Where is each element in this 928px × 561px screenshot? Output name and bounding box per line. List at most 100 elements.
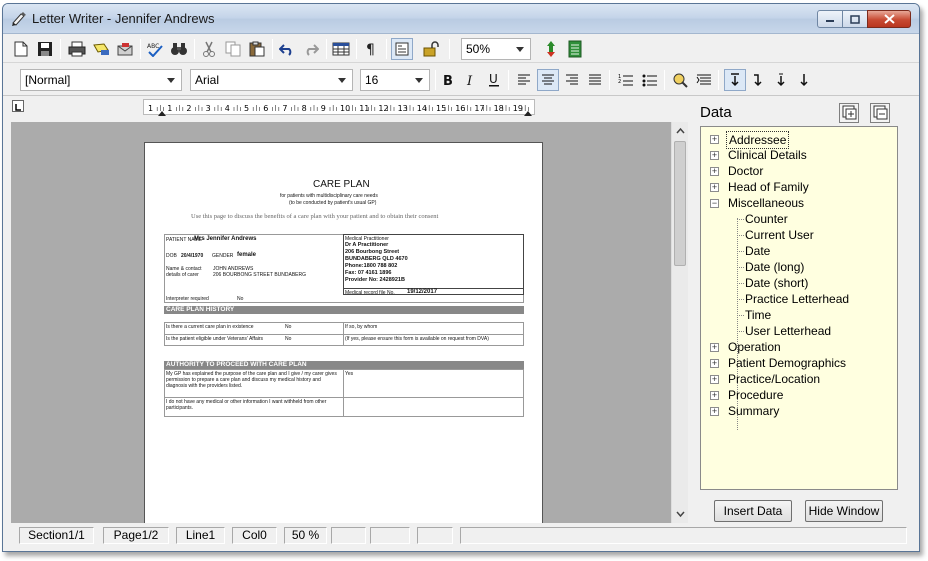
zoom-select[interactable]: 50% (461, 38, 531, 60)
expand-icon[interactable]: + (710, 407, 719, 416)
copy-button[interactable] (222, 38, 244, 60)
insert-data-button[interactable]: Insert Data (714, 500, 792, 522)
bold-button[interactable]: B (437, 69, 459, 91)
collapse-icon[interactable]: − (710, 199, 719, 208)
tree-node-label[interactable]: Miscellaneous (726, 195, 806, 211)
italic-icon: I (466, 74, 473, 87)
close-button[interactable] (867, 10, 911, 28)
collapse-all-button[interactable] (870, 103, 890, 123)
tree-child-label[interactable]: User Letterhead (745, 324, 831, 338)
data-field-tree[interactable]: + Addressee + Clinical Details + Doctor + Head … (700, 126, 898, 490)
underline-button[interactable]: U (483, 69, 505, 91)
expand-icon[interactable]: + (710, 167, 719, 176)
tree-node-label[interactable]: Operation (726, 339, 783, 355)
minimize-button[interactable] (817, 10, 843, 28)
align-left-button[interactable] (513, 69, 535, 91)
unlock-button[interactable] (420, 38, 442, 60)
envelope-button[interactable] (90, 38, 112, 60)
document-vertical-scrollbar[interactable] (671, 122, 688, 523)
tree-child-user-letterhead[interactable]: User Letterhead (737, 323, 831, 339)
tree-node-label[interactable]: Procedure (726, 387, 785, 403)
ruler-tick-label: 7 (282, 104, 287, 113)
tree-node-label[interactable]: Head of Family (726, 179, 811, 195)
valign-middle-button[interactable] (747, 69, 769, 91)
tree-child-label[interactable]: Date (long) (745, 260, 804, 274)
hide-window-button[interactable]: Hide Window (805, 500, 883, 522)
expand-icon[interactable]: + (710, 391, 719, 400)
tree-child-date-long-[interactable]: Date (long) (737, 259, 804, 275)
right-indent-marker[interactable] (524, 111, 532, 116)
paragraph-format-button[interactable] (693, 69, 715, 91)
history-a2: No (285, 336, 292, 342)
paragraph-style-select[interactable]: [Normal] (20, 69, 182, 91)
spell-check-button[interactable]: ABC (144, 38, 166, 60)
field-codes-toggle[interactable] (391, 38, 413, 60)
tree-child-current-user[interactable]: Current User (737, 227, 814, 243)
tree-child-counter[interactable]: Counter (737, 211, 788, 227)
valign-top-button[interactable] (724, 69, 746, 91)
tree-child-label[interactable]: Counter (745, 212, 788, 226)
title-bar[interactable]: Letter Writer - Jennifer Andrews (3, 4, 919, 34)
tree-child-date[interactable]: Date (737, 243, 770, 259)
cut-button[interactable] (198, 38, 220, 60)
valign-justify-button[interactable] (793, 69, 815, 91)
page-fit-button[interactable] (540, 38, 562, 60)
expand-icon[interactable]: + (710, 151, 719, 160)
image-button[interactable] (669, 69, 691, 91)
left-indent-marker[interactable] (158, 111, 166, 116)
tree-node-label[interactable]: Clinical Details (726, 147, 809, 163)
paste-button[interactable] (246, 38, 268, 60)
tree-node-label[interactable]: Practice/Location (726, 371, 822, 387)
valign-bottom-button[interactable] (770, 69, 792, 91)
align-right-button[interactable] (561, 69, 583, 91)
italic-button[interactable]: I (460, 69, 482, 91)
scrollbar-thumb[interactable] (674, 141, 686, 266)
tab-stop-selector[interactable] (12, 100, 24, 112)
expand-icon[interactable]: + (710, 359, 719, 368)
tree-child-time[interactable]: Time (737, 307, 771, 323)
ruler-tick-label: 18 (494, 104, 504, 113)
scroll-down-icon[interactable] (673, 506, 688, 521)
scroll-up-icon[interactable] (673, 124, 688, 139)
carer-label: Name & contact details of carer (166, 266, 202, 278)
document-page[interactable]: CARE PLAN for patients with multidiscipl… (144, 142, 543, 523)
email-button[interactable] (114, 38, 136, 60)
save-button[interactable] (34, 38, 56, 60)
bullet-list-button[interactable] (639, 69, 661, 91)
tree-child-label[interactable]: Date (short) (745, 276, 808, 290)
practitioner-line: Provider No: 2428921B (345, 277, 405, 283)
redo-button[interactable] (300, 38, 322, 60)
font-size-select[interactable]: 16 (360, 69, 430, 91)
tree-child-label[interactable]: Date (745, 244, 770, 258)
expand-icon[interactable]: + (710, 343, 719, 352)
show-formatting-button[interactable]: ¶ (360, 38, 382, 60)
insert-table-button[interactable] (330, 38, 352, 60)
tree-node-label[interactable]: Doctor (726, 163, 765, 179)
numbered-list-button[interactable]: 12 (615, 69, 637, 91)
expand-icon[interactable]: + (710, 135, 719, 144)
tree-child-date-short-[interactable]: Date (short) (737, 275, 808, 291)
tree-child-label[interactable]: Practice Letterhead (745, 292, 849, 306)
horizontal-ruler[interactable]: 1 1 2 3 4 5 6 7 8 9 10 11 12 13 14 15 16 17 18 19 (3, 97, 683, 117)
expand-icon[interactable]: + (710, 375, 719, 384)
find-button[interactable] (168, 38, 190, 60)
undo-button[interactable] (276, 38, 298, 60)
justify-button[interactable] (584, 69, 606, 91)
tree-node-label[interactable]: Summary (726, 403, 781, 419)
align-center-button[interactable] (537, 69, 559, 91)
scissors-icon (203, 41, 215, 57)
maximize-button[interactable] (842, 10, 868, 28)
font-family-select[interactable]: Arial (190, 69, 353, 91)
tree-child-label[interactable]: Time (745, 308, 771, 322)
ruler-scale[interactable]: 1 1 2 3 4 5 6 7 8 9 10 11 12 13 14 15 16 17 18 19 (143, 99, 535, 116)
ruler-tick-label: 8 (302, 104, 307, 113)
document-area[interactable]: CARE PLAN for patients with multidiscipl… (11, 122, 688, 523)
new-document-button[interactable] (10, 38, 32, 60)
document-properties-button[interactable] (564, 38, 586, 60)
print-button[interactable] (66, 38, 88, 60)
expand-all-button[interactable] (839, 103, 859, 123)
tree-child-label[interactable]: Current User (745, 228, 814, 242)
tree-node-label[interactable]: Patient Demographics (726, 355, 848, 371)
tree-child-practice-letterhead[interactable]: Practice Letterhead (737, 291, 849, 307)
expand-icon[interactable]: + (710, 183, 719, 192)
